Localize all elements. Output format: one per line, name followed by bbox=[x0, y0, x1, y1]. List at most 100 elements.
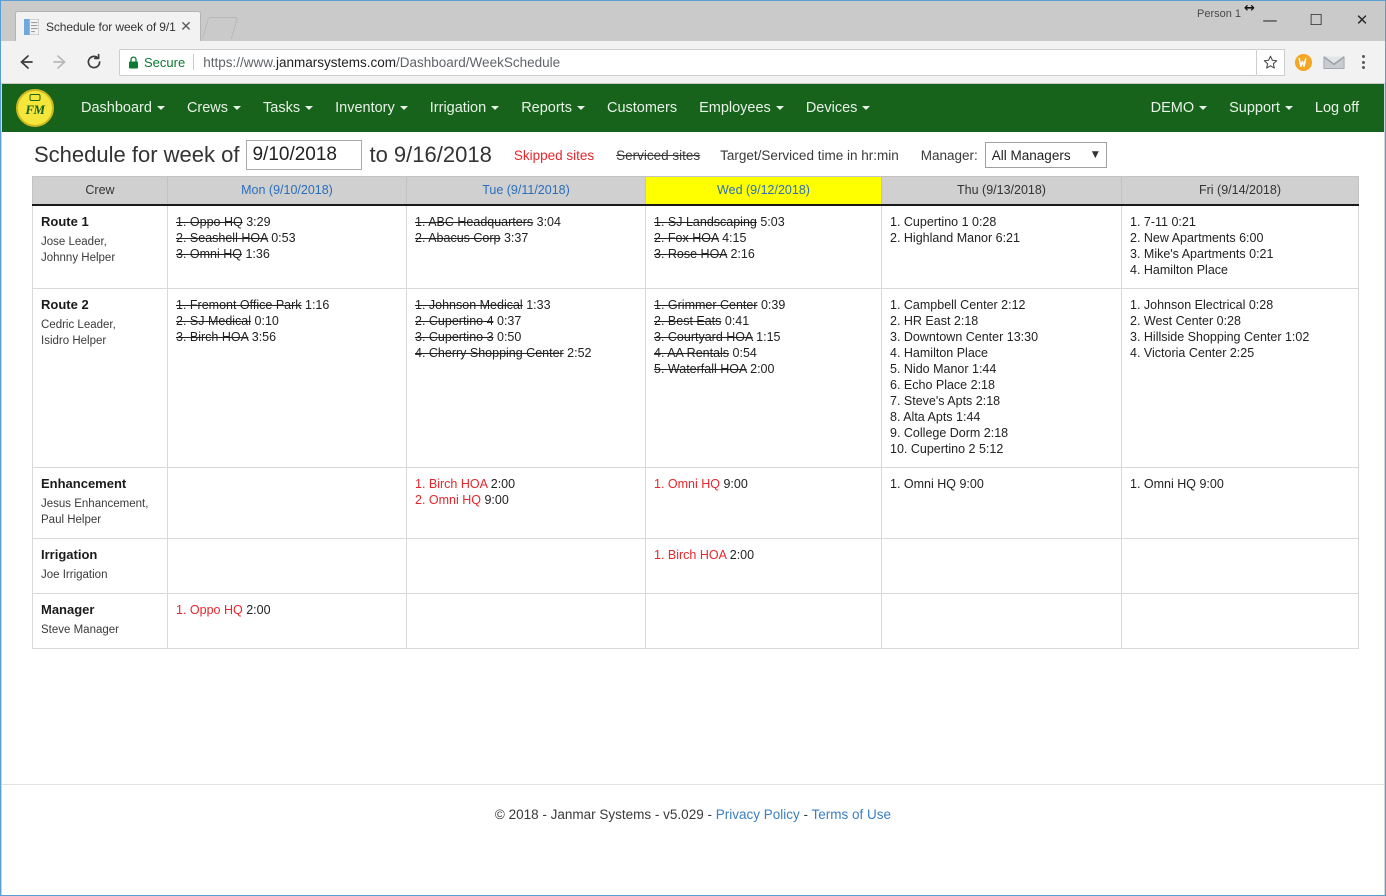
entry-number: 2. bbox=[890, 314, 904, 328]
schedule-entry[interactable]: 1. Johnson Electrical 0:28 bbox=[1130, 297, 1350, 313]
tab-close-icon[interactable]: ✕ bbox=[178, 19, 194, 35]
schedule-entry[interactable]: 2. Seashell HOA 0:53 bbox=[176, 230, 398, 246]
nav-item-crews[interactable]: Crews bbox=[176, 84, 252, 132]
new-tab-button[interactable] bbox=[202, 17, 238, 39]
nav-item-logoff[interactable]: Log off bbox=[1304, 84, 1370, 132]
entry-number: 1. bbox=[890, 298, 904, 312]
schedule-entry[interactable]: 2. West Center 0:28 bbox=[1130, 313, 1350, 329]
schedule-entry[interactable]: 7. Steve's Apts 2:18 bbox=[890, 393, 1113, 409]
minimize-icon[interactable]: — bbox=[1247, 1, 1293, 39]
manager-filter-select[interactable]: All Managers ▼ bbox=[985, 142, 1107, 168]
schedule-entry[interactable]: 2. Cupertino 4 0:37 bbox=[415, 313, 637, 329]
schedule-entry[interactable]: 1. Campbell Center 2:12 bbox=[890, 297, 1113, 313]
bookmark-star-icon[interactable] bbox=[1257, 49, 1285, 76]
crew-member: Johnny Helper bbox=[41, 250, 159, 266]
schedule-entry[interactable]: 1. Oppo HQ 3:29 bbox=[176, 214, 398, 230]
schedule-entry[interactable]: 4. Cherry Shopping Center 2:52 bbox=[415, 345, 637, 361]
schedule-entry[interactable]: 1. SJ Landscaping 5:03 bbox=[654, 214, 873, 230]
schedule-entry[interactable]: 2. HR East 2:18 bbox=[890, 313, 1113, 329]
col-header-day-3[interactable]: Wed (9/12/2018) bbox=[646, 177, 882, 205]
schedule-entry[interactable]: 1. Omni HQ 9:00 bbox=[654, 476, 873, 492]
address-bar[interactable]: Secure https://www.janmarsystems.com/Das… bbox=[119, 49, 1257, 76]
week-start-date-input[interactable]: 9/10/2018 bbox=[246, 140, 362, 170]
schedule-entry[interactable]: 1. Birch HOA 2:00 bbox=[415, 476, 637, 492]
schedule-entry[interactable]: 2. SJ Medical 0:10 bbox=[176, 313, 398, 329]
schedule-entry[interactable]: 2. Best Eats 0:41 bbox=[654, 313, 873, 329]
crew-name: Route 1 bbox=[41, 214, 159, 229]
schedule-entry[interactable]: 3. Mike's Apartments 0:21 bbox=[1130, 246, 1350, 262]
schedule-entry[interactable]: 1. ABC Headquarters 3:04 bbox=[415, 214, 637, 230]
schedule-entry[interactable]: 3. Downtown Center 13:30 bbox=[890, 329, 1113, 345]
nav-item-customers[interactable]: Customers bbox=[596, 84, 688, 132]
legend-target-time: Target/Serviced time in hr:min bbox=[720, 148, 899, 163]
nav-item-demo[interactable]: DEMO bbox=[1140, 84, 1219, 132]
footer-privacy-link[interactable]: Privacy Policy bbox=[716, 807, 800, 822]
entry-time: 2:18 bbox=[980, 426, 1008, 440]
schedule-entry[interactable]: 8. Alta Apts 1:44 bbox=[890, 409, 1113, 425]
schedule-entry[interactable]: 9. College Dorm 2:18 bbox=[890, 425, 1113, 441]
day-cell bbox=[882, 593, 1122, 648]
app-logo[interactable]: FM bbox=[16, 89, 54, 127]
schedule-entry[interactable]: 2. Highland Manor 6:21 bbox=[890, 230, 1113, 246]
schedule-entry[interactable]: 2. New Apartments 6:00 bbox=[1130, 230, 1350, 246]
entry-number: 1. bbox=[1130, 477, 1144, 491]
browser-tab[interactable]: Schedule for week of 9/1 ✕ bbox=[15, 11, 201, 41]
schedule-entry[interactable]: 3. Omni HQ 1:36 bbox=[176, 246, 398, 262]
extension-orange-icon[interactable] bbox=[1290, 53, 1316, 72]
day-cell: 1. Oppo HQ 3:292. Seashell HOA 0:533. Om… bbox=[168, 205, 407, 289]
schedule-entry[interactable]: 1. Oppo HQ 2:00 bbox=[176, 602, 398, 618]
nav-item-support[interactable]: Support bbox=[1218, 84, 1304, 132]
schedule-entry[interactable]: 4. Hamilton Place bbox=[1130, 262, 1350, 278]
schedule-entry[interactable]: 3. Hillside Shopping Center 1:02 bbox=[1130, 329, 1350, 345]
schedule-entry[interactable]: 3. Birch HOA 3:56 bbox=[176, 329, 398, 345]
schedule-entry[interactable]: 1. Johnson Medical 1:33 bbox=[415, 297, 637, 313]
entry-site-name: Omni HQ bbox=[904, 477, 956, 491]
schedule-entry[interactable]: 1. Birch HOA 2:00 bbox=[654, 547, 873, 563]
day-header-link[interactable]: Wed (9/12/2018) bbox=[717, 183, 810, 197]
schedule-entry[interactable]: 1. Omni HQ 9:00 bbox=[1130, 476, 1350, 492]
nav-item-inventory[interactable]: Inventory bbox=[324, 84, 419, 132]
col-header-day-1[interactable]: Mon (9/10/2018) bbox=[168, 177, 407, 205]
nav-item-irrigation[interactable]: Irrigation bbox=[419, 84, 510, 132]
schedule-entry[interactable]: 1. Omni HQ 9:00 bbox=[890, 476, 1113, 492]
entry-number: 5. bbox=[890, 362, 904, 376]
schedule-entry[interactable]: 3. Courtyard HOA 1:15 bbox=[654, 329, 873, 345]
schedule-entry[interactable]: 4. Victoria Center 2:25 bbox=[1130, 345, 1350, 361]
day-cell: 1. Omni HQ 9:00 bbox=[1122, 467, 1359, 538]
footer-terms-link[interactable]: Terms of Use bbox=[812, 807, 892, 822]
entry-site-name: Cupertino 3 bbox=[429, 330, 494, 344]
col-header-day-2[interactable]: Tue (9/11/2018) bbox=[407, 177, 646, 205]
schedule-entry[interactable]: 5. Waterfall HOA 2:00 bbox=[654, 361, 873, 377]
schedule-entry[interactable]: 1. Cupertino 1 0:28 bbox=[890, 214, 1113, 230]
schedule-entry[interactable]: 3. Rose HOA 2:16 bbox=[654, 246, 873, 262]
mail-envelope-icon[interactable] bbox=[1321, 53, 1347, 71]
schedule-entry[interactable]: 2. Omni HQ 9:00 bbox=[415, 492, 637, 508]
nav-item-tasks[interactable]: Tasks bbox=[252, 84, 324, 132]
reload-icon[interactable] bbox=[79, 47, 109, 77]
back-arrow-icon[interactable] bbox=[11, 47, 41, 77]
schedule-entry[interactable]: 2. Fox HOA 4:15 bbox=[654, 230, 873, 246]
browser-menu-icon[interactable] bbox=[1351, 47, 1375, 77]
schedule-entry[interactable]: 3. Cupertino 3 0:50 bbox=[415, 329, 637, 345]
maximize-icon[interactable]: ☐ bbox=[1293, 1, 1339, 39]
schedule-entry[interactable]: 5. Nido Manor 1:44 bbox=[890, 361, 1113, 377]
schedule-entry[interactable]: 1. 7-11 0:21 bbox=[1130, 214, 1350, 230]
schedule-entry[interactable]: 1. Grimmer Center 0:39 bbox=[654, 297, 873, 313]
close-window-icon[interactable]: ✕ bbox=[1339, 1, 1385, 39]
schedule-entry[interactable]: 4. Hamilton Place bbox=[890, 345, 1113, 361]
entry-site-name: SJ Medical bbox=[190, 314, 251, 328]
schedule-entry[interactable]: 1. Fremont Office Park 1:16 bbox=[176, 297, 398, 313]
navbar-right-links: DEMO Support Log off bbox=[1140, 84, 1370, 132]
nav-item-reports[interactable]: Reports bbox=[510, 84, 596, 132]
day-cell bbox=[1122, 538, 1359, 593]
schedule-entry[interactable]: 6. Echo Place 2:18 bbox=[890, 377, 1113, 393]
nav-item-dashboard[interactable]: Dashboard bbox=[70, 84, 176, 132]
table-row: IrrigationJoe Irrigation1. Birch HOA 2:0… bbox=[33, 538, 1359, 593]
day-header-link[interactable]: Tue (9/11/2018) bbox=[482, 183, 570, 197]
nav-item-employees[interactable]: Employees bbox=[688, 84, 795, 132]
day-header-link[interactable]: Mon (9/10/2018) bbox=[241, 183, 333, 197]
schedule-entry[interactable]: 10. Cupertino 2 5:12 bbox=[890, 441, 1113, 457]
schedule-entry[interactable]: 4. AA Rentals 0:54 bbox=[654, 345, 873, 361]
nav-item-devices[interactable]: Devices bbox=[795, 84, 882, 132]
schedule-entry[interactable]: 2. Abacus Corp 3:37 bbox=[415, 230, 637, 246]
